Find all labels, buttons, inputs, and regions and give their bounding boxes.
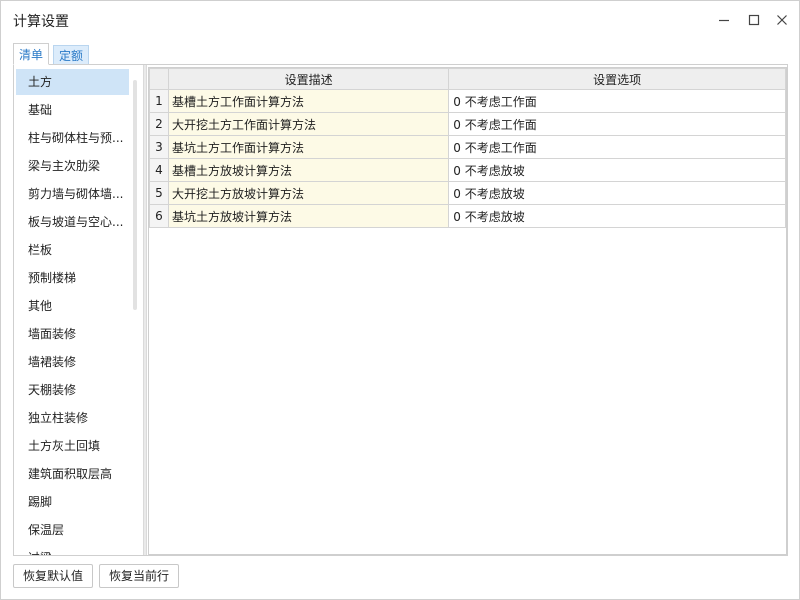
list-item[interactable]: 栏板 — [16, 237, 129, 263]
settings-dialog: 计算设置 清单 定额 土方 基础 柱与砌体柱与预... 梁与主次肋梁 剪力墙与砌… — [0, 0, 800, 600]
setting-description: 大开挖土方工作面计算方法 — [167, 112, 450, 136]
minimize-button[interactable] — [715, 11, 733, 29]
dialog-title: 计算设置 — [13, 14, 69, 30]
close-icon — [777, 15, 787, 25]
settings-grid: 设置描述 设置选项 1 基槽土方工作面计算方法 0 不考虑工作面 2 大开挖土方… — [148, 67, 787, 555]
list-item[interactable]: 过梁 — [16, 545, 129, 555]
setting-option[interactable]: 0 不考虑工作面 — [448, 112, 786, 136]
setting-description: 基坑土方工作面计算方法 — [167, 135, 450, 159]
setting-option[interactable]: 0 不考虑工作面 — [448, 89, 786, 113]
list-item[interactable]: 板与坡道与空心... — [16, 209, 129, 235]
list-item[interactable]: 预制楼梯 — [16, 265, 129, 291]
table-header-row: 设置描述 设置选项 — [149, 68, 786, 90]
row-number-header — [149, 68, 169, 90]
row-number: 3 — [149, 135, 169, 159]
row-number: 4 — [149, 158, 169, 182]
row-number: 1 — [149, 89, 169, 113]
settings-table: 设置描述 设置选项 1 基槽土方工作面计算方法 0 不考虑工作面 2 大开挖土方… — [149, 68, 786, 228]
list-item[interactable]: 其他 — [16, 293, 129, 319]
table-row[interactable]: 6 基坑土方放坡计算方法 0 不考虑放坡 — [149, 204, 786, 228]
setting-option[interactable]: 0 不考虑放坡 — [448, 181, 786, 205]
table-row[interactable]: 2 大开挖土方工作面计算方法 0 不考虑工作面 — [149, 112, 786, 136]
list-item[interactable]: 天棚装修 — [16, 377, 129, 403]
setting-description: 基槽土方放坡计算方法 — [167, 158, 450, 182]
list-item[interactable]: 柱与砌体柱与预... — [16, 125, 129, 151]
restore-default-button[interactable]: 恢复默认值 — [13, 564, 93, 588]
list-item[interactable]: 土方灰土回填 — [16, 433, 129, 459]
close-button[interactable] — [773, 11, 791, 29]
setting-description: 大开挖土方放坡计算方法 — [167, 181, 450, 205]
tab-quota[interactable]: 定额 — [53, 45, 89, 65]
maximize-icon — [748, 14, 760, 26]
list-item[interactable]: 梁与主次肋梁 — [16, 153, 129, 179]
table-row[interactable]: 1 基槽土方工作面计算方法 0 不考虑工作面 — [149, 89, 786, 113]
tab-content: 土方 基础 柱与砌体柱与预... 梁与主次肋梁 剪力墙与砌体墙... 板与坡道与… — [13, 64, 788, 556]
column-header-description: 设置描述 — [167, 68, 450, 90]
list-scrollbar[interactable] — [133, 80, 137, 310]
list-item[interactable]: 土方 — [16, 69, 129, 95]
list-item[interactable]: 踢脚 — [16, 489, 129, 515]
list-item[interactable]: 建筑面积取层高 — [16, 461, 129, 487]
restore-current-row-button[interactable]: 恢复当前行 — [99, 564, 179, 588]
pane-splitter[interactable] — [143, 65, 147, 555]
setting-description: 基坑土方放坡计算方法 — [167, 204, 450, 228]
list-item[interactable]: 墙面装修 — [16, 321, 129, 347]
list-item[interactable]: 独立柱装修 — [16, 405, 129, 431]
category-list: 土方 基础 柱与砌体柱与预... 梁与主次肋梁 剪力墙与砌体墙... 板与坡道与… — [14, 65, 143, 555]
setting-option[interactable]: 0 不考虑工作面 — [448, 135, 786, 159]
setting-description: 基槽土方工作面计算方法 — [167, 89, 450, 113]
list-item[interactable]: 剪力墙与砌体墙... — [16, 181, 129, 207]
list-item[interactable]: 保温层 — [16, 517, 129, 543]
table-row[interactable]: 5 大开挖土方放坡计算方法 0 不考虑放坡 — [149, 181, 786, 205]
maximize-button[interactable] — [745, 11, 763, 29]
list-item[interactable]: 基础 — [16, 97, 129, 123]
setting-option[interactable]: 0 不考虑放坡 — [448, 204, 786, 228]
row-number: 5 — [149, 181, 169, 205]
row-number: 2 — [149, 112, 169, 136]
column-header-option: 设置选项 — [448, 68, 786, 90]
tab-bill[interactable]: 清单 — [13, 43, 49, 65]
table-row[interactable]: 3 基坑土方工作面计算方法 0 不考虑工作面 — [149, 135, 786, 159]
table-row[interactable]: 4 基槽土方放坡计算方法 0 不考虑放坡 — [149, 158, 786, 182]
setting-option[interactable]: 0 不考虑放坡 — [448, 158, 786, 182]
minimize-icon — [719, 19, 729, 22]
row-number: 6 — [149, 204, 169, 228]
title-bar: 计算设置 — [1, 1, 799, 39]
list-item[interactable]: 墙裙装修 — [16, 349, 129, 375]
